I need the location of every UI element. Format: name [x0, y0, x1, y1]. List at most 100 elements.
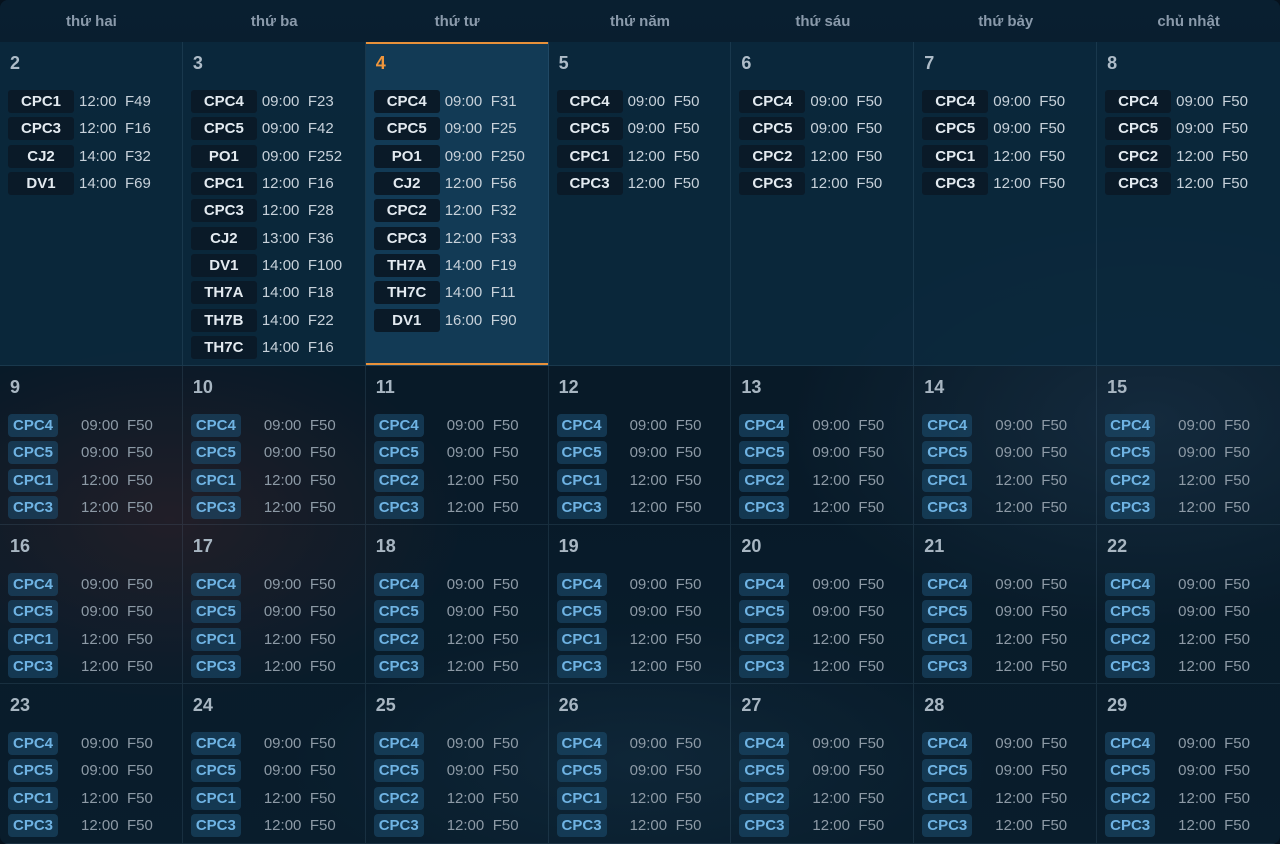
event-item[interactable]: CPC5 09:00 F50 — [1105, 598, 1280, 625]
event-item[interactable]: CPC4 09:00 F50 — [8, 412, 182, 439]
day-cell[interactable]: 18 CPC4 09:00 F50 CPC5 09:00 F50 CPC2 12:00 F50 CP… — [365, 525, 549, 684]
event-item[interactable]: CPC5 09:00 F50 — [556, 439, 731, 466]
day-cell[interactable]: 15 CPC4 09:00 F50 CPC5 09:00 F50 CPC2 12:00 F50 CP… — [1097, 366, 1280, 525]
event-item[interactable]: CPC3 12:00 F50 — [922, 170, 1096, 197]
event-item[interactable]: CPC5 09:00 F50 — [556, 757, 731, 784]
event-item[interactable]: CPC3 12:00 F50 — [556, 653, 731, 680]
event-item[interactable]: CPC3 12:00 F50 — [739, 494, 913, 521]
event-item[interactable]: CPC5 09:00 F50 — [373, 439, 548, 466]
event-item[interactable]: CPC2 12:00 F50 — [739, 626, 913, 653]
event-item[interactable]: CPC2 12:00 F50 — [1105, 467, 1280, 494]
event-item[interactable]: CPC2 12:00 F50 — [373, 626, 548, 653]
event-item[interactable]: CPC4 09:00 F50 — [556, 571, 731, 598]
event-item[interactable]: CPC5 09:00 F50 — [922, 598, 1096, 625]
event-item[interactable]: TH7C 14:00 F16 — [190, 334, 365, 361]
event-item[interactable]: DV1 14:00 F100 — [190, 252, 365, 279]
event-item[interactable]: CPC3 12:00 F50 — [556, 170, 731, 197]
event-item[interactable]: CPC1 12:00 F50 — [8, 626, 182, 653]
day-cell[interactable]: 7 CPC4 09:00 F50 CPC5 09:00 F50 CPC1 12:00 F50 CPC… — [914, 42, 1098, 366]
day-cell[interactable]: 26 CPC4 09:00 F50 CPC5 09:00 F50 CPC1 12:00 F50 CP… — [548, 684, 732, 844]
day-cell[interactable]: 2 CPC1 12:00 F49 CPC3 12:00 F16 CJ2 14:00 F32 DV1 1… — [0, 42, 183, 366]
event-item[interactable]: CPC3 12:00 F50 — [739, 653, 913, 680]
event-item[interactable]: CPC1 12:00 F50 — [556, 467, 731, 494]
day-cell[interactable]: 11 CPC4 09:00 F50 CPC5 09:00 F50 CPC2 12:00 F50 CP… — [365, 366, 549, 525]
event-item[interactable]: CPC2 12:00 F32 — [373, 197, 548, 224]
event-item[interactable]: CPC4 09:00 F50 — [739, 730, 913, 757]
event-item[interactable]: CPC4 09:00 F50 — [922, 730, 1096, 757]
event-item[interactable]: CPC4 09:00 F50 — [8, 571, 182, 598]
event-item[interactable]: CPC5 09:00 F50 — [190, 598, 365, 625]
event-item[interactable]: CPC5 09:00 F50 — [922, 115, 1096, 142]
event-item[interactable]: CPC4 09:00 F50 — [190, 730, 365, 757]
event-item[interactable]: CPC1 12:00 F50 — [922, 626, 1096, 653]
day-cell[interactable]: 8 CPC4 09:00 F50 CPC5 09:00 F50 CPC2 12:00 F50 CPC… — [1097, 42, 1280, 366]
event-item[interactable]: CPC3 12:00 F50 — [922, 494, 1096, 521]
event-item[interactable]: CPC5 09:00 F50 — [739, 757, 913, 784]
event-item[interactable]: CPC3 12:00 F50 — [373, 653, 548, 680]
day-cell[interactable]: 3 CPC4 09:00 F23 CPC5 09:00 F42 PO1 09:00 F252 CPC… — [182, 42, 366, 366]
event-item[interactable]: CPC5 09:00 F50 — [556, 598, 731, 625]
event-item[interactable]: CJ2 14:00 F32 — [8, 143, 182, 170]
event-item[interactable]: CPC5 09:00 F50 — [922, 439, 1096, 466]
event-item[interactable]: CPC5 09:00 F50 — [739, 439, 913, 466]
event-item[interactable]: CPC3 12:00 F50 — [8, 494, 182, 521]
day-cell[interactable]: 20 CPC4 09:00 F50 CPC5 09:00 F50 CPC2 12:00 F50 CP… — [731, 525, 915, 684]
event-item[interactable]: PO1 09:00 F250 — [373, 143, 548, 170]
event-item[interactable]: CPC5 09:00 F50 — [739, 598, 913, 625]
event-item[interactable]: DV1 14:00 F69 — [8, 170, 182, 197]
event-item[interactable]: CPC5 09:00 F50 — [8, 439, 182, 466]
event-item[interactable]: CPC3 12:00 F16 — [8, 115, 182, 142]
event-item[interactable]: CPC1 12:00 F49 — [8, 88, 182, 115]
day-cell[interactable]: 24 CPC4 09:00 F50 CPC5 09:00 F50 CPC1 12:00 F50 CP… — [182, 684, 366, 844]
event-item[interactable]: CPC4 09:00 F50 — [190, 571, 365, 598]
event-item[interactable]: CPC3 12:00 F50 — [922, 653, 1096, 680]
event-item[interactable]: CPC4 09:00 F50 — [373, 412, 548, 439]
event-item[interactable]: CPC2 12:00 F50 — [739, 785, 913, 812]
event-item[interactable]: CPC3 12:00 F50 — [373, 812, 548, 839]
event-item[interactable]: CPC3 12:00 F50 — [8, 653, 182, 680]
event-item[interactable]: CPC4 09:00 F50 — [8, 730, 182, 757]
event-item[interactable]: CPC3 12:00 F28 — [190, 197, 365, 224]
event-item[interactable]: CPC3 12:00 F33 — [373, 224, 548, 251]
event-item[interactable]: CPC5 09:00 F50 — [556, 115, 731, 142]
event-item[interactable]: CPC1 12:00 F50 — [922, 467, 1096, 494]
event-item[interactable]: CPC5 09:00 F25 — [373, 115, 548, 142]
event-item[interactable]: CPC4 09:00 F50 — [373, 571, 548, 598]
event-item[interactable]: CPC4 09:00 F50 — [922, 571, 1096, 598]
event-item[interactable]: CPC3 12:00 F50 — [556, 812, 731, 839]
day-cell[interactable]: 27 CPC4 09:00 F50 CPC5 09:00 F50 CPC2 12:00 F50 CP… — [731, 684, 915, 844]
event-item[interactable]: CPC1 12:00 F50 — [556, 626, 731, 653]
event-item[interactable]: CPC3 12:00 F50 — [739, 170, 913, 197]
event-item[interactable]: TH7B 14:00 F22 — [190, 306, 365, 333]
day-cell[interactable]: 19 CPC4 09:00 F50 CPC5 09:00 F50 CPC1 12:00 F50 CP… — [548, 525, 732, 684]
event-item[interactable]: CPC5 09:00 F50 — [373, 757, 548, 784]
event-item[interactable]: CPC1 12:00 F50 — [556, 143, 731, 170]
event-item[interactable]: CPC4 09:00 F50 — [556, 412, 731, 439]
event-item[interactable]: TH7A 14:00 F19 — [373, 252, 548, 279]
event-item[interactable]: CPC1 12:00 F50 — [922, 785, 1096, 812]
day-cell[interactable]: 17 CPC4 09:00 F50 CPC5 09:00 F50 CPC1 12:00 F50 CP… — [182, 525, 366, 684]
event-item[interactable]: CPC4 09:00 F50 — [1105, 571, 1280, 598]
event-item[interactable]: CPC4 09:00 F50 — [373, 730, 548, 757]
event-item[interactable]: CPC3 12:00 F50 — [922, 812, 1096, 839]
event-item[interactable]: CPC1 12:00 F50 — [922, 143, 1096, 170]
day-cell[interactable]: 6 CPC4 09:00 F50 CPC5 09:00 F50 CPC2 12:00 F50 CPC… — [731, 42, 915, 366]
event-item[interactable]: CPC4 09:00 F50 — [739, 571, 913, 598]
event-item[interactable]: CPC5 09:00 F50 — [8, 598, 182, 625]
event-item[interactable]: CPC2 12:00 F50 — [373, 785, 548, 812]
event-item[interactable]: CPC5 09:00 F50 — [8, 757, 182, 784]
event-item[interactable]: CPC1 12:00 F16 — [190, 170, 365, 197]
event-item[interactable]: CPC5 09:00 F50 — [373, 598, 548, 625]
event-item[interactable]: CPC4 09:00 F50 — [922, 88, 1096, 115]
day-cell[interactable]: 5 CPC4 09:00 F50 CPC5 09:00 F50 CPC1 12:00 F50 CPC… — [548, 42, 732, 366]
event-item[interactable]: PO1 09:00 F252 — [190, 143, 365, 170]
event-item[interactable]: CPC1 12:00 F50 — [556, 785, 731, 812]
event-item[interactable]: CPC4 09:00 F50 — [556, 88, 731, 115]
day-cell[interactable]: 22 CPC4 09:00 F50 CPC5 09:00 F50 CPC2 12:00 F50 CP… — [1097, 525, 1280, 684]
event-item[interactable]: CPC3 12:00 F50 — [1105, 653, 1280, 680]
event-item[interactable]: CPC3 12:00 F50 — [1105, 494, 1280, 521]
event-item[interactable]: CPC4 09:00 F50 — [556, 730, 731, 757]
day-cell[interactable]: 28 CPC4 09:00 F50 CPC5 09:00 F50 CPC1 12:00 F50 CP… — [914, 684, 1098, 844]
event-item[interactable]: CPC5 09:00 F50 — [922, 757, 1096, 784]
event-item[interactable]: CPC3 12:00 F50 — [8, 812, 182, 839]
